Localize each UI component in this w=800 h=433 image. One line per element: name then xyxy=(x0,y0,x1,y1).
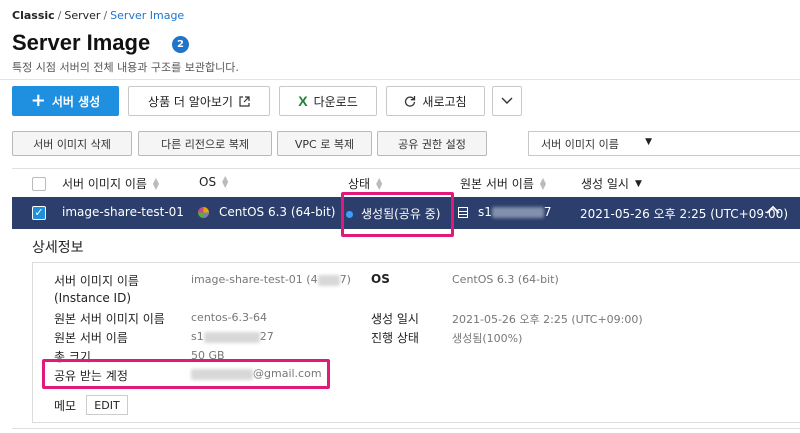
detail-title: 상세정보 xyxy=(32,240,84,256)
breadcrumb-separator: / xyxy=(57,9,62,22)
value-os: CentOS 6.3 (64-bit) xyxy=(452,273,559,286)
column-source-label: 원본 서버 이름 xyxy=(460,177,534,191)
redacted-block xyxy=(203,331,260,343)
column-name-label: 서버 이미지 이름 xyxy=(62,177,147,191)
divider xyxy=(0,79,800,80)
label-memo: 메모 xyxy=(54,399,77,413)
sort-icon: ▲ ▼ xyxy=(539,175,547,191)
shared-account-highlight-box xyxy=(42,359,330,389)
value-source-server: s1 27 xyxy=(191,330,274,343)
create-server-button[interactable]: + 서버 생성 xyxy=(12,86,119,116)
centos-icon xyxy=(198,207,209,218)
row-source-server-suffix: 7 xyxy=(543,205,552,219)
page-description: 특정 시점 서버의 전체 내용과 구조를 보관합니다. xyxy=(12,61,239,74)
column-created-label: 생성 일시 xyxy=(581,177,629,191)
chevron-up-icon[interactable] xyxy=(766,204,780,218)
breadcrumb: Classic / Server / Server Image xyxy=(12,9,184,22)
label-os: OS xyxy=(371,272,390,286)
edit-memo-button[interactable]: EDIT xyxy=(86,395,128,415)
row-checkbox[interactable]: ✓ xyxy=(32,206,46,220)
copy-to-vpc-button[interactable]: VPC 로 복제 xyxy=(277,131,372,156)
breadcrumb-separator: / xyxy=(103,9,108,22)
row-source-server: s1 7 xyxy=(458,205,552,219)
row-os: CentOS 6.3 (64-bit) xyxy=(198,205,335,219)
value-source-server-suffix: 27 xyxy=(259,330,274,343)
column-os-label: OS xyxy=(199,175,217,189)
redacted-block xyxy=(491,207,544,218)
caret-down-icon: ▼ xyxy=(645,137,652,147)
value-source-server-prefix: s1 xyxy=(191,330,204,343)
learn-more-label: 상품 더 알아보기 xyxy=(148,94,233,109)
chevron-down-icon xyxy=(501,97,513,104)
breadcrumb-server[interactable]: Server xyxy=(64,9,100,22)
value-source-image: centos-6.3-64 xyxy=(191,311,267,324)
sort-icon: ▲ ▼ xyxy=(152,175,160,191)
label-progress: 진행 상태 xyxy=(371,331,419,345)
download-button[interactable]: X 다운로드 xyxy=(279,86,377,116)
label-source-image: 원본 서버 이미지 이름 xyxy=(54,312,165,326)
redacted-block xyxy=(317,274,340,286)
column-header-status[interactable]: 상태 ▲ ▼ xyxy=(348,175,382,192)
refresh-button[interactable]: 새로고침 xyxy=(386,86,485,116)
search-input[interactable] xyxy=(662,131,800,156)
delete-image-button[interactable]: 서버 이미지 삭제 xyxy=(12,131,132,156)
learn-more-button[interactable]: 상품 더 알아보기 xyxy=(128,86,270,116)
value-created: 2021-05-26 오후 2:25 (UTC+09:00) xyxy=(452,313,643,326)
status-highlight-box xyxy=(341,192,454,237)
external-link-icon xyxy=(239,95,250,107)
column-header-source-server[interactable]: 원본 서버 이름 ▲ ▼ xyxy=(460,175,546,192)
row-os-label: CentOS 6.3 (64-bit) xyxy=(219,205,336,219)
column-header-name[interactable]: 서버 이미지 이름 ▲ ▼ xyxy=(62,175,159,192)
label-image-name: 서버 이미지 이름 xyxy=(54,274,139,288)
row-source-server-prefix: s1 xyxy=(478,205,492,219)
sort-icon: ▲ ▼ xyxy=(376,175,383,191)
count-badge: 2 xyxy=(172,36,189,53)
refresh-icon xyxy=(405,96,416,107)
server-icon xyxy=(458,207,468,218)
label-created: 생성 일시 xyxy=(371,312,419,326)
copy-to-region-button[interactable]: 다른 리전으로 복제 xyxy=(138,131,272,156)
column-header-created[interactable]: 생성 일시 ▼ xyxy=(581,175,642,192)
plus-icon: + xyxy=(30,90,46,111)
value-image-name: image-share-test-01 (4 7) xyxy=(191,273,351,286)
excel-icon: X xyxy=(298,93,308,109)
share-permission-button[interactable]: 공유 권한 설정 xyxy=(377,131,487,156)
search-field-select[interactable]: 서버 이미지 이름 ▼ xyxy=(528,131,663,156)
row-image-name: image-share-test-01 xyxy=(62,205,184,219)
breadcrumb-classic[interactable]: Classic xyxy=(12,9,55,22)
divider xyxy=(12,428,800,429)
refresh-label: 새로고침 xyxy=(422,94,467,109)
sort-icon: ▲ ▼ xyxy=(222,174,229,189)
value-image-name-suffix: 7) xyxy=(339,273,351,286)
value-image-name-prefix: image-share-test-01 (4 xyxy=(191,273,318,286)
breadcrumb-server-image[interactable]: Server Image xyxy=(110,9,184,22)
column-status-label: 상태 xyxy=(348,177,371,191)
label-source-server: 원본 서버 이름 xyxy=(54,331,128,345)
download-label: 다운로드 xyxy=(313,94,358,109)
search-field-label: 서버 이미지 이름 xyxy=(541,137,619,151)
row-created: 2021-05-26 오후 2:25 (UTC+09:00) xyxy=(580,207,788,221)
value-progress: 생성됨(100%) xyxy=(452,332,523,345)
label-instance-id: (Instance ID) xyxy=(54,291,131,305)
page-title: Server Image xyxy=(12,30,151,55)
column-header-os[interactable]: OS ▲ ▼ xyxy=(199,174,229,190)
more-dropdown-button[interactable] xyxy=(492,86,522,116)
sort-desc-icon: ▼ xyxy=(634,178,642,189)
create-server-label: 서버 생성 xyxy=(51,94,101,109)
select-all-checkbox[interactable] xyxy=(32,177,46,191)
